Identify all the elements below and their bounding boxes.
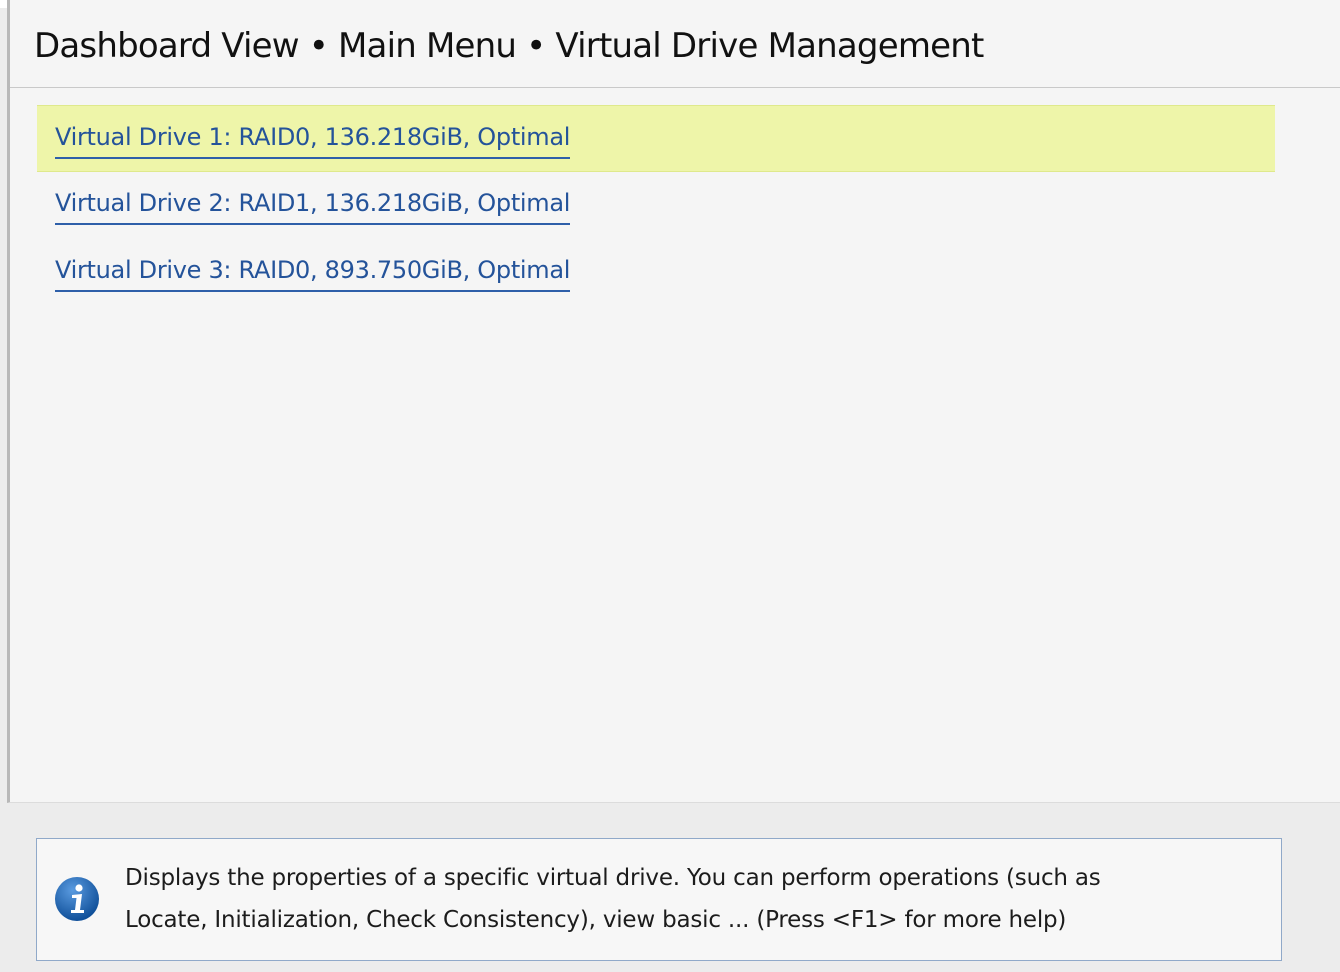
help-panel: Displays the properties of a specific vi… [36,838,1282,961]
virtual-drive-link[interactable]: Virtual Drive 1: RAID0, 136.218GiB, Opti… [55,123,570,159]
breadcrumb: Dashboard View • Main Menu • Virtual Dri… [34,26,984,66]
virtual-drive-item-1[interactable]: Virtual Drive 1: RAID0, 136.218GiB, Opti… [37,105,1275,172]
help-text-line-2: Locate, Initialization, Check Consistenc… [125,907,1067,933]
info-icon [55,877,99,921]
virtual-drive-list: Virtual Drive 1: RAID0, 136.218GiB, Opti… [37,105,1275,306]
virtual-drive-item-2[interactable]: Virtual Drive 2: RAID1, 136.218GiB, Opti… [37,172,1275,239]
help-text: Displays the properties of a specific vi… [125,857,1265,941]
main-panel: Dashboard View • Main Menu • Virtual Dri… [7,0,1340,803]
virtual-drive-link[interactable]: Virtual Drive 2: RAID1, 136.218GiB, Opti… [55,189,570,225]
virtual-drive-link[interactable]: Virtual Drive 3: RAID0, 893.750GiB, Opti… [55,256,570,292]
page: Dashboard View • Main Menu • Virtual Dri… [0,0,1340,972]
title-divider [10,87,1340,88]
help-text-line-1: Displays the properties of a specific vi… [125,865,1101,891]
virtual-drive-item-3[interactable]: Virtual Drive 3: RAID0, 893.750GiB, Opti… [37,239,1275,306]
